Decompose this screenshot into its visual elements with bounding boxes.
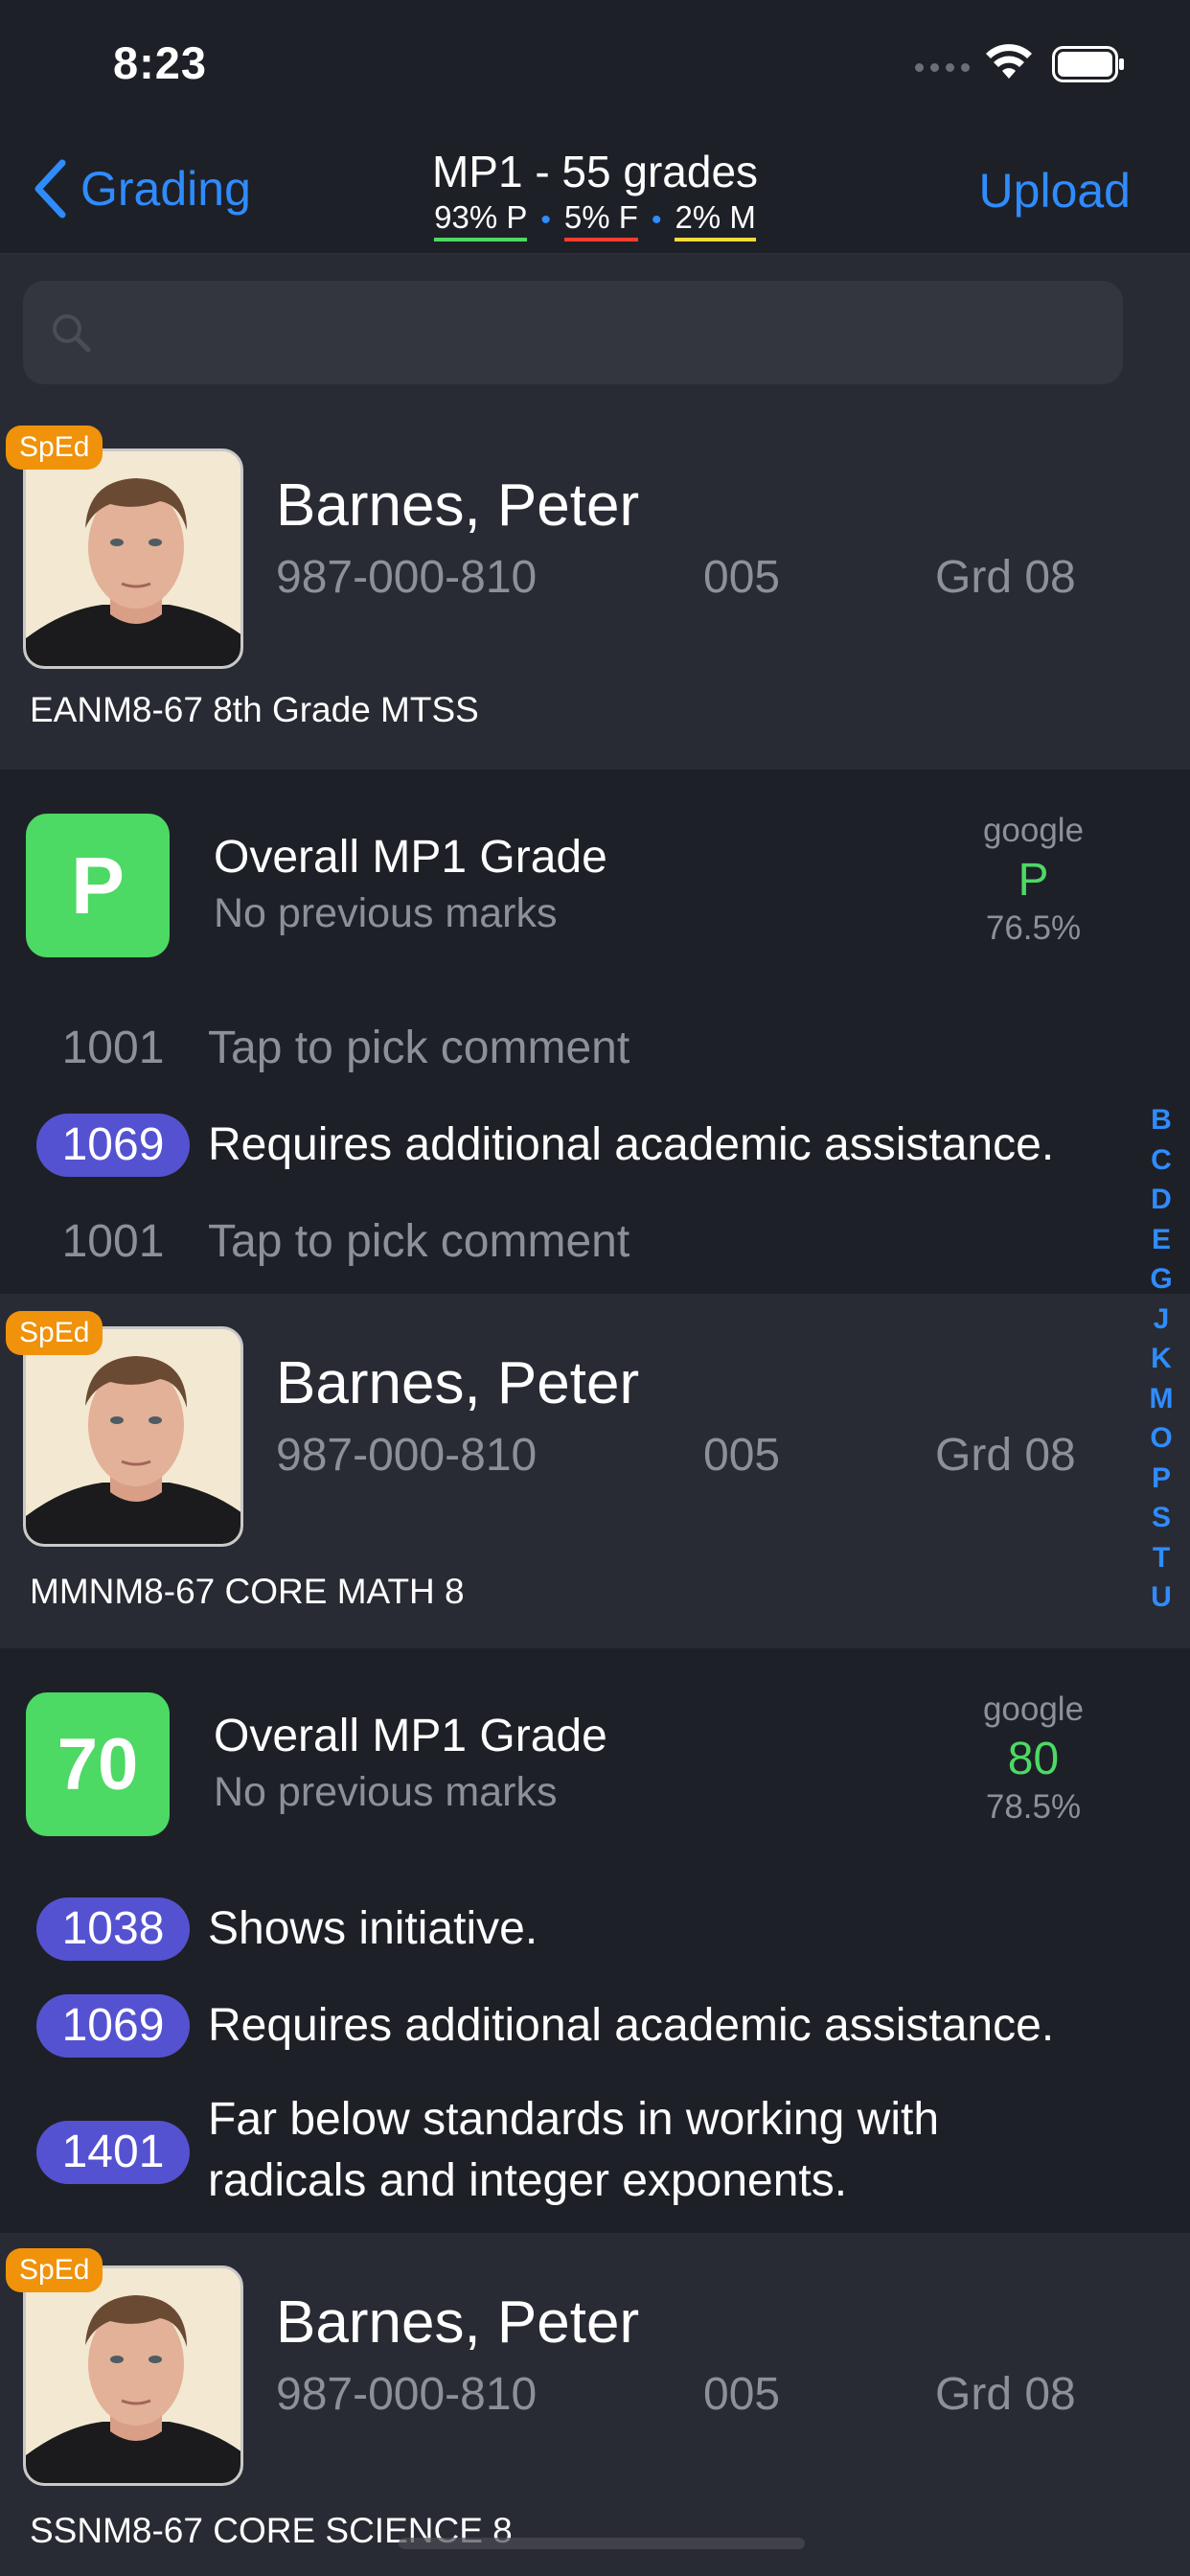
student-header[interactable]: SpEd Barnes, Peter 987-000-810 005 Grd 0… <box>0 1294 1190 1648</box>
previous-marks: No previous marks <box>214 1769 558 1815</box>
google-percent: 78.5% <box>985 1788 1082 1826</box>
grade-title: Overall MP1 Grade <box>214 1711 607 1761</box>
student-header[interactable]: SpEd Barnes, Peter 987-000-810 005 Grd 0… <box>0 2233 1190 2576</box>
comment-code-pill: 1401 <box>36 2121 190 2184</box>
index-letter[interactable]: J <box>1154 1300 1170 1340</box>
index-letter[interactable]: O <box>1150 1418 1172 1459</box>
index-letter[interactable]: D <box>1151 1180 1172 1220</box>
status-bar: 8:23 <box>0 0 1190 125</box>
previous-marks: No previous marks <box>214 890 558 936</box>
wifi-icon <box>986 44 1032 79</box>
comment-code-pill: 1069 <box>36 1114 190 1177</box>
student-grade-level: Grd 08 <box>935 552 1076 603</box>
separator-dot: • <box>540 204 551 236</box>
comment-row[interactable]: 1038 Shows initiative. <box>0 1898 1150 1961</box>
sped-badge: SpEd <box>6 2248 103 2292</box>
google-label: google <box>982 812 1085 849</box>
index-letter[interactable]: C <box>1151 1140 1172 1181</box>
sped-badge: SpEd <box>6 1311 103 1355</box>
index-letter[interactable]: K <box>1151 1339 1172 1379</box>
student-id: 987-000-810 <box>276 1430 538 1481</box>
student-section: 005 <box>703 2369 781 2420</box>
grade-title: Overall MP1 Grade <box>214 832 607 883</box>
google-label: google <box>982 1690 1085 1728</box>
student-section: 005 <box>703 1430 781 1481</box>
comment-text: Tap to pick comment <box>208 1216 630 1267</box>
course-name: EANM8-67 8th Grade MTSS <box>30 690 479 729</box>
student-header[interactable]: SpEd Barnes, Peter 987-000-810 005 Grd 0… <box>0 412 1190 770</box>
comment-code-pill: 1069 <box>36 1994 190 2058</box>
grade-section: 70 Overall MP1 Grade No previous marks g… <box>0 1648 1190 2233</box>
sped-badge: SpEd <box>6 426 103 470</box>
student-id: 987-000-810 <box>276 552 538 603</box>
comment-text: Requires additional academic assistance. <box>208 1119 1055 1170</box>
fail-percent: 5% F <box>563 199 638 242</box>
index-letter[interactable]: M <box>1150 1379 1174 1419</box>
grade-box[interactable]: P <box>26 814 170 957</box>
student-grade-level: Grd 08 <box>935 2369 1076 2420</box>
comment-row[interactable]: 1001 Tap to pick comment <box>0 1017 1150 1080</box>
upload-button[interactable]: Upload <box>979 163 1131 218</box>
grade-box[interactable]: 70 <box>26 1692 170 1836</box>
student-name: Barnes, Peter <box>276 2289 640 2356</box>
comment-code: 1001 <box>61 1023 165 1073</box>
comment-code: 1001 <box>61 1216 165 1267</box>
comment-text: Far below standards in working with radi… <box>208 2094 940 2206</box>
separator-dot: • <box>651 204 662 236</box>
section-index[interactable]: B C D E G J K M O P S T U <box>1144 1100 1179 1618</box>
student-photo <box>23 1326 243 1547</box>
comment-text: Tap to pick comment <box>208 1023 630 1073</box>
search-input[interactable] <box>23 281 1123 384</box>
grade-section: P Overall MP1 Grade No previous marks go… <box>0 770 1190 1294</box>
search-icon <box>53 314 91 353</box>
student-section: 005 <box>703 552 781 603</box>
comment-row[interactable]: 1001 Tap to pick comment <box>0 1210 1150 1274</box>
student-grade-level: Grd 08 <box>935 1430 1076 1481</box>
navigation-bar: Grading MP1 - 55 grades 93% P • 5% F • 2… <box>0 125 1190 254</box>
comment-row[interactable]: 1069 Requires additional academic assist… <box>0 1114 1150 1177</box>
student-photo <box>23 448 243 669</box>
comment-text: Requires additional academic assistance. <box>208 2000 1055 2051</box>
comment-row[interactable]: 1401 Far below standards in working with… <box>0 2089 1150 2216</box>
course-name: MMNM8-67 CORE MATH 8 <box>30 1572 465 1611</box>
student-photo <box>23 2266 243 2486</box>
search-bar <box>0 254 1190 412</box>
comment-row[interactable]: 1069 Requires additional academic assist… <box>0 1994 1150 2058</box>
index-letter[interactable]: T <box>1153 1538 1170 1578</box>
comment-code-pill: 1038 <box>36 1898 190 1961</box>
missing-percent: 2% M <box>675 199 756 242</box>
index-letter[interactable]: P <box>1152 1459 1171 1499</box>
student-name: Barnes, Peter <box>276 1350 640 1416</box>
status-time: 8:23 <box>113 37 208 88</box>
student-name: Barnes, Peter <box>276 472 640 539</box>
index-letter[interactable]: U <box>1151 1577 1172 1618</box>
google-percent: 76.5% <box>985 909 1082 947</box>
comment-text: Shows initiative. <box>208 1903 538 1954</box>
index-letter[interactable]: B <box>1151 1100 1172 1140</box>
battery-icon <box>1052 46 1124 82</box>
student-id: 987-000-810 <box>276 2369 538 2420</box>
google-grade: P <box>1018 855 1049 906</box>
google-grade: 80 <box>1007 1734 1060 1784</box>
index-letter[interactable]: E <box>1152 1220 1171 1260</box>
index-letter[interactable]: S <box>1152 1498 1171 1538</box>
pass-percent: 93% P <box>434 199 528 242</box>
home-indicator[interactable] <box>399 2538 805 2549</box>
cellular-signal-icon <box>915 63 970 72</box>
index-letter[interactable]: G <box>1150 1259 1172 1300</box>
